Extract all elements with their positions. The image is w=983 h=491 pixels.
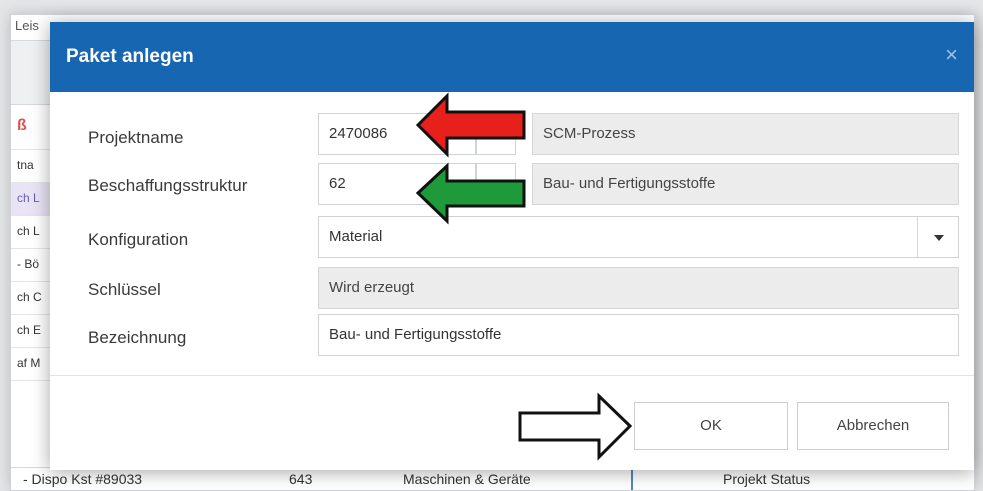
annotation-layer [415,92,633,461]
green-arrow-icon [415,162,526,225]
red-arrow-icon [415,92,526,158]
white-arrow-icon [518,392,633,461]
